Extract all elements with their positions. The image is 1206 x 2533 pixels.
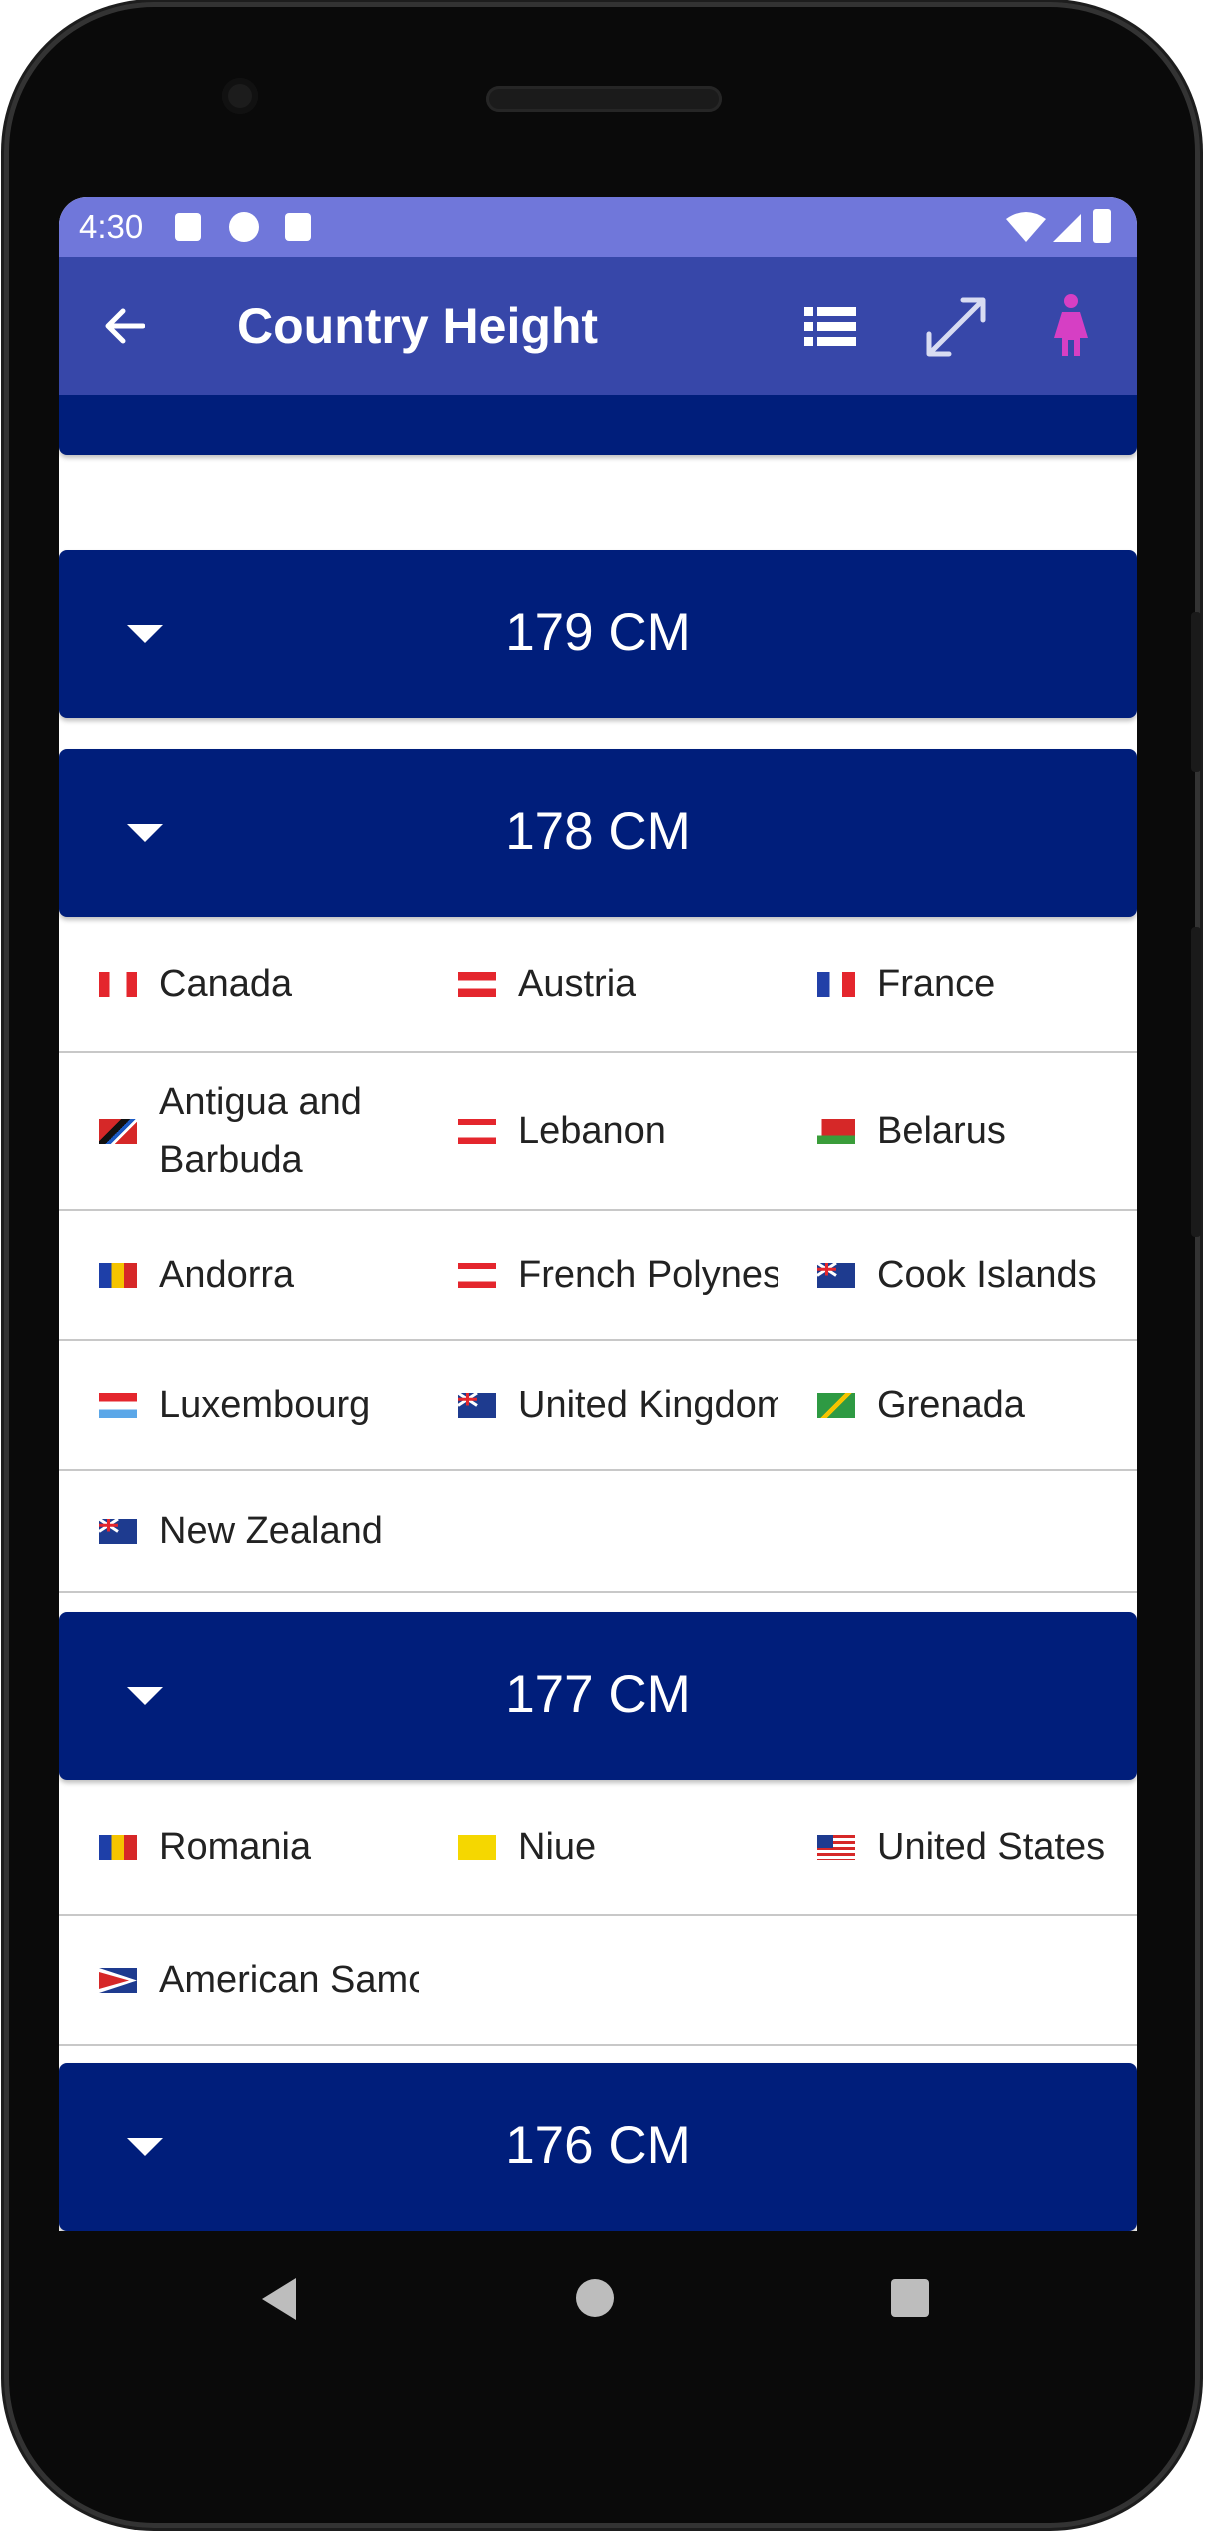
country-item[interactable]: Belarus [817,1053,1127,1209]
country-item[interactable]: American Samoa [99,1916,419,2044]
country-name: New Zealand [159,1510,383,1552]
country-name: Cook Islands [877,1254,1097,1296]
lebanon-flag-icon [458,1118,496,1144]
country-item[interactable]: Luxembourg [99,1341,419,1469]
height-group-header[interactable]: 179 CM [59,550,1137,718]
height-group-label: 180 CM [59,395,1137,400]
height-group-label: 179 CM [505,603,691,662]
nav-recents-icon[interactable] [891,2279,929,2317]
navigation-bar [59,2231,1137,2371]
country-row: Andorra French Polynesia Cook Islands [59,1211,1137,1341]
country-item[interactable]: Niue [458,1780,778,1914]
country-name: France [877,963,996,1005]
united-kingdom-flag-icon [458,1392,496,1418]
expand-icon[interactable] [923,294,989,360]
country-item[interactable]: Cook Islands [817,1211,1127,1339]
new-zealand-flag-icon [99,1518,137,1544]
grenada-flag-icon [817,1392,855,1418]
country-name: Belarus [877,1110,1006,1152]
romania-flag-icon [99,1834,137,1860]
height-group-header[interactable]: 177 CM [59,1612,1137,1780]
country-name: Grenada [877,1384,1025,1426]
cook-islands-flag-icon [817,1262,855,1288]
height-group-header[interactable]: 176 CM [59,2063,1137,2231]
country-row: American Samoa [59,1916,1137,2046]
country-row: New Zealand [59,1471,1137,1593]
wifi-icon [1006,212,1046,242]
earpiece-speaker [486,86,722,112]
country-row: Antigua and Barbuda Lebanon Belarus [59,1053,1137,1211]
belarus-flag-icon [817,1118,855,1144]
height-group-header[interactable]: 178 CM [59,749,1137,917]
battery-icon [1093,209,1111,243]
country-item[interactable]: Grenada [817,1341,1127,1469]
country-name: Romania [159,1826,312,1868]
country-name: Lebanon [518,1110,666,1152]
country-name: American Samoa [159,1959,419,2001]
country-name: French Polynesia [518,1254,778,1296]
country-name: Canada [159,963,293,1005]
country-name: Antigua and Barbuda [159,1081,362,1181]
country-item[interactable]: Andorra [99,1211,419,1339]
luxembourg-flag-icon [99,1392,137,1418]
app-bar: Country Height [59,257,1137,395]
country-name: Niue [518,1826,597,1868]
status-bar: 4:30 [59,197,1137,257]
height-group-header[interactable]: 180 CM [59,395,1137,455]
niue-flag-icon [458,1834,496,1860]
power-button [1191,927,1201,1237]
country-item[interactable]: Austria [458,917,778,1051]
country-item[interactable]: United Kingdom [458,1341,778,1469]
country-name: Andorra [159,1254,295,1296]
country-item[interactable]: France [817,917,1127,1051]
page-title: Country Height [237,298,599,354]
united-states-flag-icon [817,1834,855,1860]
country-row: Luxembourg United Kingdom Grenada [59,1341,1137,1471]
status-time: 4:30 [79,208,144,245]
country-name: Luxembourg [159,1384,371,1426]
austria-flag-icon [458,971,496,997]
female-person-icon[interactable] [1052,294,1090,358]
country-name: United States [877,1826,1106,1868]
front-camera [222,78,258,114]
canada-flag-icon [99,971,137,997]
country-item[interactable]: New Zealand [99,1471,419,1591]
country-item[interactable]: United States [817,1780,1127,1914]
france-flag-icon [817,971,855,997]
app-notification-icon [229,212,259,242]
height-group-label: 176 CM [505,2116,691,2175]
french-polynesia-flag-icon [458,1262,496,1288]
height-group-list[interactable]: 180 CM 179 CM 178 CM Canada Austria France Ant… [59,395,1137,2231]
screen: 4:30 Country Height 180 CM 179 CM 178 CM Ca… [59,197,1137,2231]
signal-icon [1053,214,1081,242]
country-row: Canada Austria France [59,917,1137,1053]
country-item[interactable]: Lebanon [458,1053,778,1209]
nav-back-icon[interactable] [262,2278,296,2320]
keyboard-notification-icon [175,213,201,241]
height-group-label: 177 CM [505,1665,691,1724]
country-row: Romania Niue United States [59,1780,1137,1916]
back-arrow-icon[interactable] [103,305,145,347]
andorra-flag-icon [99,1262,137,1288]
country-item[interactable]: Antigua and Barbuda [99,1053,419,1209]
height-group-label: 178 CM [505,802,691,861]
list-view-icon[interactable] [804,305,856,349]
country-item[interactable]: French Polynesia [458,1211,778,1339]
country-name: United Kingdom [518,1384,778,1426]
antigua-and-barbuda-flag-icon [99,1118,137,1144]
american-samoa-flag-icon [99,1967,137,1993]
country-item[interactable]: Canada [99,917,419,1051]
country-item[interactable]: Romania [99,1780,419,1914]
nav-home-icon[interactable] [576,2279,614,2317]
sd-card-icon [285,213,311,241]
volume-button [1191,612,1201,772]
country-name: Austria [518,963,637,1005]
